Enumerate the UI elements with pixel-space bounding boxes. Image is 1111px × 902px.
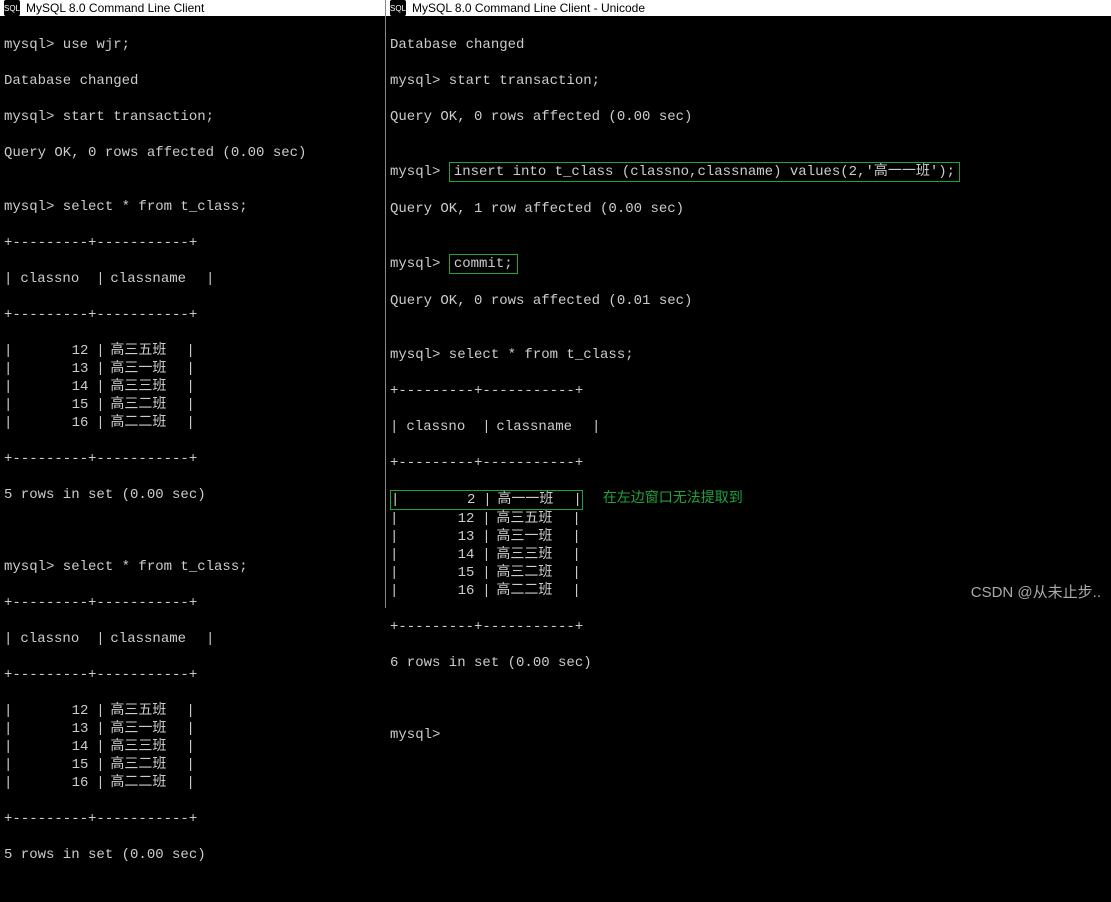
term-line: Database changed (4, 72, 381, 90)
table-row: |15|高三二班| (4, 396, 381, 414)
annotation-note: 在左边窗口无法提取到 (603, 490, 743, 510)
term-line: mysql> select * from t_class; (4, 558, 381, 576)
right-titlebar[interactable]: SQL MySQL 8.0 Command Line Client - Unic… (386, 0, 1111, 16)
table-header: |classno|classname| (390, 418, 1107, 436)
term-line: mysql> select * from t_class; (4, 198, 381, 216)
table-row: |14|高三三班| (390, 546, 1107, 564)
term-line: Query OK, 0 rows affected (0.00 sec) (4, 144, 381, 162)
term-line: mysql> use wjr; (4, 36, 381, 54)
term-line: mysql> select * from t_class; (390, 346, 1107, 364)
table-hline: +---------+-----------+ (4, 810, 381, 828)
rows-in-set: 6 rows in set (0.00 sec) (390, 654, 1107, 672)
table-hline: +---------+-----------+ (4, 306, 381, 324)
left-titlebar[interactable]: SQL MySQL 8.0 Command Line Client (0, 0, 385, 16)
table-hline: +---------+-----------+ (4, 594, 381, 612)
table-row: |12|高三五班| (390, 510, 1107, 528)
term-line: mysql> start transaction; (390, 72, 1107, 90)
term-line: Database changed (390, 36, 1107, 54)
table-row: |13|高三一班| (4, 720, 381, 738)
table-hline: +---------+-----------+ (390, 382, 1107, 400)
insert-line: mysql> insert into t_class (classno,clas… (390, 162, 1107, 182)
left-pane: SQL MySQL 8.0 Command Line Client mysql>… (0, 0, 386, 608)
table-hline: +---------+-----------+ (390, 454, 1107, 472)
term-line: mysql> start transaction; (4, 108, 381, 126)
rows-in-set: 5 rows in set (0.00 sec) (4, 846, 381, 864)
table-row: |16|高二二班| (4, 774, 381, 792)
term-line: Query OK, 1 row affected (0.00 sec) (390, 200, 1107, 218)
table-body: |12|高三五班||13|高三一班||14|高三三班||15|高三二班||16|… (4, 702, 381, 792)
table-body: |12|高三五班||13|高三一班||14|高三三班||15|高三二班||16|… (4, 342, 381, 432)
mysql-icon: SQL (390, 0, 406, 16)
table-header: |classno|classname| (4, 630, 381, 648)
csdn-watermark: CSDN @从未止步.. (971, 581, 1101, 602)
mysql-icon: SQL (4, 0, 20, 16)
table-hline: +---------+-----------+ (4, 234, 381, 252)
table-row: |12|高三五班| (4, 342, 381, 360)
right-terminal[interactable]: Database changed mysql> start transactio… (386, 16, 1111, 782)
blank-line (390, 690, 1107, 708)
term-line: Query OK, 0 rows affected (0.01 sec) (390, 292, 1107, 310)
table-hline: +---------+-----------+ (4, 450, 381, 468)
right-pane: SQL MySQL 8.0 Command Line Client - Unic… (386, 0, 1111, 608)
table-header: |classno|classname| (4, 270, 381, 288)
term-line: Query OK, 0 rows affected (0.00 sec) (390, 108, 1107, 126)
table-row: |2|高一一班|在左边窗口无法提取到 (390, 490, 1107, 510)
table-row: |16|高二二班| (4, 414, 381, 432)
table-row: |14|高三三班| (4, 738, 381, 756)
table-row: |13|高三一班| (4, 360, 381, 378)
table-row: |15|高三二班| (4, 756, 381, 774)
insert-statement: insert into t_class (classno,classname) … (449, 162, 960, 182)
right-title: MySQL 8.0 Command Line Client - Unicode (412, 1, 645, 15)
table-hline: +---------+-----------+ (4, 666, 381, 684)
table-row: |14|高三三班| (4, 378, 381, 396)
table-row: |15|高三二班| (390, 564, 1107, 582)
left-title: MySQL 8.0 Command Line Client (26, 1, 204, 15)
table-row: |12|高三五班| (4, 702, 381, 720)
table-hline: +---------+-----------+ (390, 618, 1107, 636)
commit-line: mysql> commit; (390, 254, 1107, 274)
commit-statement: commit; (449, 254, 518, 274)
blank-line (4, 522, 381, 540)
table-row: |13|高三一班| (390, 528, 1107, 546)
final-prompt: mysql> (390, 726, 1107, 744)
rows-in-set: 5 rows in set (0.00 sec) (4, 486, 381, 504)
left-terminal[interactable]: mysql> use wjr; Database changed mysql> … (0, 16, 385, 902)
